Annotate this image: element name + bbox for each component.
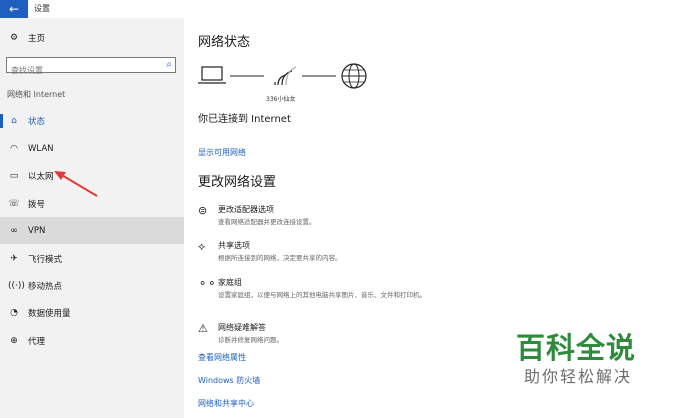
sidebar-item-airplane[interactable]: ✈ 飞行模式 bbox=[0, 246, 184, 272]
annotation-arrow bbox=[54, 171, 98, 197]
option-title: 家庭组 bbox=[218, 278, 242, 287]
window-title: 设置 bbox=[34, 4, 50, 13]
sidebar-home-label: 主页 bbox=[28, 34, 46, 44]
search-icon[interactable]: ⌕ bbox=[166, 59, 172, 70]
change-settings-title: 更改网络设置 bbox=[198, 175, 277, 190]
watermark-title: 百科全说 bbox=[516, 331, 637, 365]
watermark-subtitle: 助你轻松解决 bbox=[524, 367, 633, 386]
sidebar-item-label: VPN bbox=[28, 225, 46, 236]
network-diagram bbox=[198, 63, 367, 89]
data-usage-icon: ◔ bbox=[10, 308, 18, 318]
wifi-icon: ◠ bbox=[10, 144, 18, 154]
show-networks-link[interactable]: 显示可用网络 bbox=[198, 147, 246, 158]
ethernet-icon: ▭ bbox=[9, 171, 19, 181]
sidebar-item-label: 状态 bbox=[28, 117, 46, 127]
sidebar-item-data-usage[interactable]: ◔ 数据使用量 bbox=[0, 300, 184, 326]
status-icon: ⌂ bbox=[11, 116, 17, 126]
search-input[interactable] bbox=[7, 63, 165, 78]
laptop-icon bbox=[198, 66, 226, 84]
airplane-icon: ✈ bbox=[10, 254, 18, 264]
warning-icon: ⚠ bbox=[198, 322, 208, 335]
option-desc: 根据所连接到的网络，决定要共享的内容。 bbox=[218, 254, 342, 262]
homegroup-icon: ⚬⚬ bbox=[198, 277, 217, 290]
connected-status: 你已连接到 Internet bbox=[198, 114, 291, 125]
sidebar-item-label: 拨号 bbox=[28, 200, 46, 210]
sidebar-item-label: WLAN bbox=[28, 144, 54, 154]
option-title: 更改适配器选项 bbox=[218, 205, 274, 214]
section-label: 网络和 Internet bbox=[7, 90, 66, 99]
network-name: 336小仙女 bbox=[266, 96, 296, 103]
share-icon: ⟡ bbox=[198, 240, 206, 253]
vpn-icon: ∞ bbox=[10, 225, 18, 236]
option-desc: 设置家庭组，以便与网络上的其他电脑共享图片、音乐、文件和打印机。 bbox=[218, 291, 426, 299]
sidebar-item-status[interactable]: ⌂ 状态 bbox=[0, 108, 184, 134]
sidebar-item-vpn[interactable]: ∞ VPN bbox=[0, 217, 184, 244]
sharing-center-link[interactable]: 网络和共享中心 bbox=[198, 398, 254, 409]
sidebar-item-hotspot[interactable]: ((·)) 移动热点 bbox=[0, 273, 184, 299]
option-desc: 查看网络适配器并更改连接设置。 bbox=[218, 218, 316, 226]
sidebar-home[interactable]: ⚙ 主页 bbox=[0, 25, 184, 51]
sidebar-item-proxy[interactable]: ⊕ 代理 bbox=[0, 328, 184, 354]
option-title: 共享选项 bbox=[218, 241, 250, 250]
network-properties-link[interactable]: 查看网络属性 bbox=[198, 352, 246, 363]
option-desc: 诊断并修复网络问题。 bbox=[218, 336, 283, 344]
back-button[interactable]: ← bbox=[0, 0, 28, 18]
globe-icon: ⊕ bbox=[10, 336, 18, 346]
wifi-signal-icon bbox=[274, 66, 297, 86]
adapter-icon: ⊜ bbox=[198, 204, 208, 217]
sidebar-item-wlan[interactable]: ◠ WLAN bbox=[0, 136, 184, 162]
internet-globe-icon bbox=[341, 63, 367, 89]
option-title: 网络疑难解答 bbox=[218, 323, 266, 332]
sidebar-item-label: 飞行模式 bbox=[28, 255, 63, 265]
sidebar-item-label: 移动热点 bbox=[28, 282, 63, 292]
firewall-link[interactable]: Windows 防火墙 bbox=[198, 375, 260, 386]
sidebar-item-label: 数据使用量 bbox=[28, 309, 71, 319]
gear-icon: ⚙ bbox=[9, 33, 19, 43]
sidebar-item-label: 以太网 bbox=[28, 172, 54, 182]
dialup-icon: ☏ bbox=[8, 199, 20, 209]
status-title: 网络状态 bbox=[198, 35, 251, 50]
sidebar-item-label: 代理 bbox=[28, 337, 46, 347]
arrow-left-icon: ← bbox=[8, 2, 20, 16]
hotspot-icon: ((·)) bbox=[8, 281, 25, 291]
title-bar bbox=[0, 0, 692, 18]
search-box[interactable]: ⌕ bbox=[6, 57, 176, 78]
